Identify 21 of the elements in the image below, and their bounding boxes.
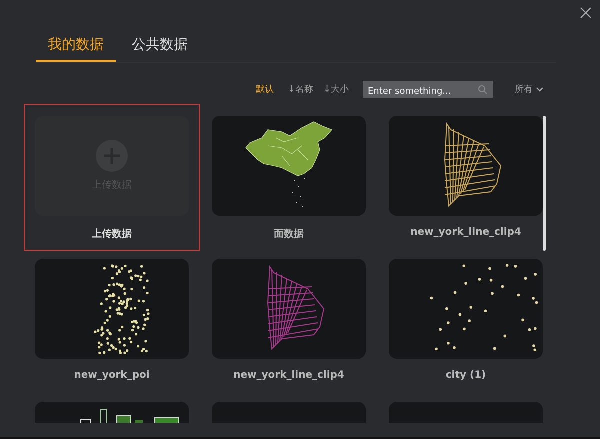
dataset-name: new_york_line_clip4 [410, 227, 522, 238]
dataset-name: new_york_line_clip4 [234, 370, 344, 381]
tab[interactable]: 公共数据 [120, 30, 200, 62]
close-icon[interactable] [579, 6, 593, 20]
search-icon [478, 84, 488, 94]
dataset-card[interactable]: city (1) [378, 247, 554, 390]
dataset-name: 上传数据 [92, 228, 132, 241]
dataset-card[interactable]: new_york_line_clip4 [201, 247, 377, 390]
dataset-name: 面数据 [274, 228, 304, 241]
sort-option[interactable]: 默认 [256, 83, 274, 96]
dataset-name: new_york_poi [74, 370, 150, 381]
dataset-name: city (1) [446, 370, 486, 381]
chevron-down-icon [536, 86, 544, 92]
sort-option[interactable]: ↓大小 [323, 83, 349, 96]
filter-dropdown[interactable]: 所有 [515, 83, 544, 96]
tab[interactable]: 我的数据 [36, 30, 116, 62]
scrollbar[interactable] [543, 116, 546, 251]
dataset-card[interactable]: 面数据 [201, 104, 377, 247]
sort-option[interactable]: ↓名称 [288, 83, 314, 96]
search-field[interactable]: Enter something... [363, 81, 493, 98]
dataset-card[interactable]: new_york_line_clip4 [378, 104, 554, 247]
